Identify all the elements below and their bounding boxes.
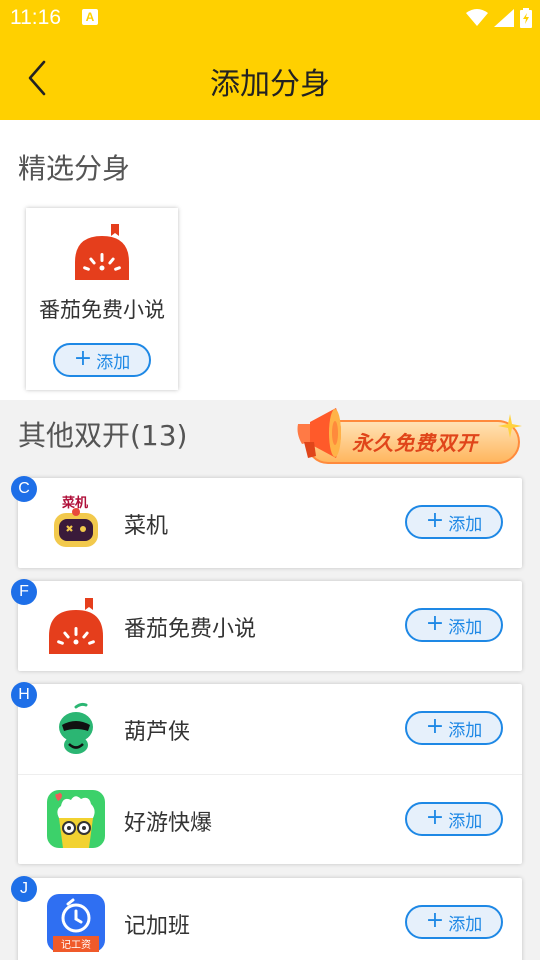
add-button[interactable]: + 添加: [405, 505, 503, 539]
add-button-label: 添加: [448, 617, 483, 638]
plus-icon: +: [425, 714, 445, 739]
list-item[interactable]: 菜机 菜机 + 添加: [18, 478, 522, 568]
list-item[interactable]: 番茄免费小说 + 添加: [18, 581, 522, 671]
megaphone-icon: [297, 408, 341, 458]
add-button[interactable]: + 添加: [405, 711, 503, 745]
haoyou-kuaibao-icon: [47, 790, 105, 848]
notification-icon: A: [82, 9, 98, 25]
add-button[interactable]: + 添加: [405, 608, 503, 642]
plus-icon: +: [425, 508, 445, 533]
app-name: 番茄免费小说: [124, 617, 257, 642]
page-title: 添加分身: [210, 67, 330, 102]
jijiaban-icon: 记工资: [47, 894, 105, 952]
plus-icon: +: [425, 611, 445, 636]
app-group-c: 菜机 菜机 + 添加: [18, 478, 522, 568]
add-button[interactable]: + 添加: [53, 343, 151, 377]
featured-app-card[interactable]: 番茄免费小说 + 添加: [26, 208, 178, 390]
add-button-label: 添加: [448, 811, 483, 832]
header-bar: 11:16 A 添加分身: [0, 0, 540, 120]
signal-icon: [494, 9, 514, 27]
app-name: 葫芦侠: [124, 720, 191, 745]
app-name: 菜机: [124, 514, 169, 539]
index-letter-badge: F: [11, 579, 37, 605]
list-item[interactable]: 记工资 记加班 + 添加: [18, 878, 522, 960]
sparkle-icon: [498, 414, 522, 438]
index-letter-badge: J: [11, 876, 37, 902]
index-letter-badge: H: [11, 682, 37, 708]
add-button-label: 添加: [448, 514, 483, 535]
tomato-novel-icon: [75, 224, 129, 280]
wifi-icon: [466, 9, 488, 26]
add-button[interactable]: + 添加: [405, 905, 503, 939]
app-group-f: 番茄免费小说 + 添加: [18, 581, 522, 671]
index-letter-badge: C: [11, 476, 37, 502]
battery-icon: [520, 8, 532, 28]
free-dual-promo-banner[interactable]: 永久免费双开: [288, 402, 524, 468]
plus-icon: +: [425, 908, 445, 933]
list-item[interactable]: 好游快爆 + 添加: [18, 774, 522, 864]
huluxia-icon: [59, 702, 93, 754]
plus-icon: +: [73, 346, 93, 371]
promo-text: 永久免费双开: [352, 431, 478, 455]
app-group-h: 葫芦侠 + 添加 好游快爆 + 添加: [18, 684, 522, 864]
app-group-j: 记工资 记加班 + 添加: [18, 878, 522, 960]
add-button-label: 添加: [448, 720, 483, 741]
featured-section: 精选分身 番茄免费小说 + 添加: [0, 120, 540, 400]
list-item[interactable]: 葫芦侠 + 添加: [18, 684, 522, 774]
caiji-icon: 菜机: [54, 495, 98, 547]
status-bar: 11:16 A: [0, 0, 540, 36]
add-button-label: 添加: [448, 914, 483, 935]
featured-app-name: 番茄免费小说: [39, 298, 165, 322]
plus-icon: +: [425, 805, 445, 830]
tomato-novel-icon: [49, 598, 103, 654]
status-time: 11:16: [10, 6, 61, 29]
add-button-label: 添加: [96, 352, 131, 373]
app-name: 好游快爆: [124, 811, 213, 836]
svg-text:记工资: 记工资: [61, 939, 91, 951]
add-button[interactable]: + 添加: [405, 802, 503, 836]
status-icons: [466, 8, 532, 28]
app-name: 记加班: [124, 914, 191, 939]
featured-title: 精选分身: [18, 152, 131, 185]
others-title: 其他双开(13): [18, 419, 188, 452]
